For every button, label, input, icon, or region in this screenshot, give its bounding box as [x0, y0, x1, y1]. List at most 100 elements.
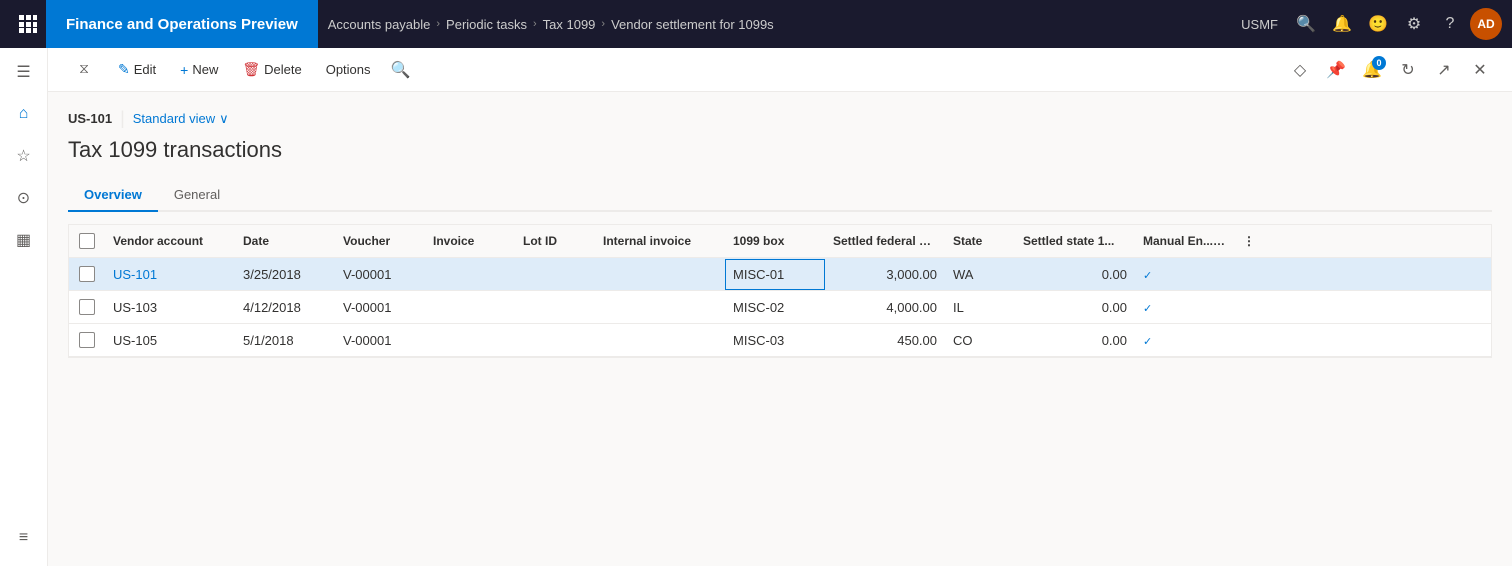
app-grid-icon[interactable]: [10, 0, 46, 48]
view-id: US-101: [68, 111, 112, 126]
sidebar-modules[interactable]: ≡: [4, 518, 44, 558]
tabs: Overview General: [68, 179, 1492, 212]
sidebar-workspaces[interactable]: ▦: [4, 220, 44, 260]
row3-invoice: [425, 332, 515, 348]
tab-general[interactable]: General: [158, 179, 236, 212]
left-sidebar: ☰ ⌂ ☆ ⊙ ▦ ≡: [0, 48, 48, 566]
row2-manual-en: ✓: [1135, 292, 1235, 323]
row1-checkbox[interactable]: [69, 258, 105, 290]
breadcrumb-vendor-settlement[interactable]: Vendor settlement for 1099s: [611, 17, 774, 32]
notification-badge: 0: [1372, 56, 1386, 70]
row2-vendor-account: US-103: [105, 292, 235, 323]
row1-voucher: V-00001: [335, 259, 425, 290]
notification-center-icon[interactable]: 🔔 0: [1356, 54, 1388, 86]
bookmark-icon[interactable]: ◇: [1284, 54, 1316, 86]
row3-internal-invoice: [595, 332, 725, 348]
row3-lot-id: [515, 332, 595, 348]
table-row[interactable]: US-103 4/12/2018 V-00001 MISC-02 4,000.0…: [69, 291, 1491, 324]
filter-toggle-icon[interactable]: ⧖: [64, 49, 104, 89]
settings-icon[interactable]: ⚙: [1398, 8, 1430, 40]
table-row[interactable]: US-101 3/25/2018 V-00001 MISC-01 3,000.0…: [69, 258, 1491, 291]
row1-settled-federal: 3,000.00: [825, 259, 945, 290]
row2-date: 4/12/2018: [235, 292, 335, 323]
sidebar-recent[interactable]: ⊙: [4, 178, 44, 218]
row1-1099-box[interactable]: MISC-01: [725, 259, 825, 290]
row3-select-checkbox[interactable]: [79, 332, 95, 348]
chevron-down-icon: ∨: [219, 111, 229, 127]
more-options-icon[interactable]: ⋮: [1243, 234, 1255, 248]
sidebar-favorites[interactable]: ☆: [4, 136, 44, 176]
action-bar: ⧖ ✎ Edit + New 🗑 Delete Options 🔍 ◇ 📌: [48, 48, 1512, 92]
org-label: USMF: [1241, 17, 1278, 32]
select-all-checkbox[interactable]: [79, 233, 95, 249]
row3-vendor-account: US-105: [105, 325, 235, 356]
main-content: ⧖ ✎ Edit + New 🗑 Delete Options 🔍 ◇ 📌: [48, 48, 1512, 566]
row2-checkbox[interactable]: [69, 291, 105, 323]
notifications-icon[interactable]: 🔔: [1326, 8, 1358, 40]
breadcrumb: Accounts payable › Periodic tasks › Tax …: [318, 17, 1241, 32]
breadcrumb-accounts-payable[interactable]: Accounts payable: [328, 17, 431, 32]
new-button[interactable]: + New: [170, 56, 228, 84]
row3-voucher: V-00001: [335, 325, 425, 356]
header-1099-box: 1099 box: [725, 226, 825, 256]
header-manual-en: Manual En... ▽: [1135, 226, 1235, 256]
tab-overview[interactable]: Overview: [68, 179, 158, 212]
breadcrumb-sep-1: ›: [436, 18, 440, 30]
feedback-icon[interactable]: 🙂: [1362, 8, 1394, 40]
header-more[interactable]: ⋮: [1235, 226, 1271, 256]
row1-vendor-account[interactable]: US-101: [105, 259, 235, 290]
view-info: US-101 | Standard view ∨: [68, 108, 1492, 129]
row2-settled-state: 0.00: [1015, 292, 1135, 323]
user-avatar[interactable]: AD: [1470, 8, 1502, 40]
edit-button[interactable]: ✎ Edit: [108, 55, 166, 84]
delete-icon: 🗑: [242, 61, 260, 78]
row2-settled-federal: 4,000.00: [825, 292, 945, 323]
row2-1099-box[interactable]: MISC-02: [725, 292, 825, 323]
edit-icon: ✎: [118, 61, 130, 78]
breadcrumb-tax-1099[interactable]: Tax 1099: [543, 17, 596, 32]
action-bar-right: ◇ 📌 🔔 0 ↻ ↗ ✕: [1284, 54, 1496, 86]
row3-settled-federal: 450.00: [825, 325, 945, 356]
row3-state: CO: [945, 325, 1015, 356]
view-separator: |: [120, 108, 125, 129]
row1-select-checkbox[interactable]: [79, 266, 95, 282]
close-icon[interactable]: ✕: [1464, 54, 1496, 86]
search-icon[interactable]: 🔍: [1290, 8, 1322, 40]
header-date: Date: [235, 226, 335, 256]
search-bar-icon[interactable]: 🔍: [385, 54, 417, 86]
refresh-icon[interactable]: ↻: [1392, 54, 1424, 86]
header-checkbox[interactable]: [69, 225, 105, 257]
help-icon[interactable]: ?: [1434, 8, 1466, 40]
breadcrumb-periodic-tasks[interactable]: Periodic tasks: [446, 17, 527, 32]
row3-1099-box[interactable]: MISC-03: [725, 325, 825, 356]
row3-settled-state: 0.00: [1015, 325, 1135, 356]
row1-checkmark-icon: ✓: [1143, 270, 1152, 282]
sidebar-hamburger[interactable]: ☰: [4, 52, 44, 92]
header-voucher: Voucher: [335, 226, 425, 256]
new-icon: +: [180, 62, 188, 78]
open-in-new-icon[interactable]: ↗: [1428, 54, 1460, 86]
row2-checkmark-icon: ✓: [1143, 303, 1152, 315]
row3-more: [1235, 332, 1271, 348]
row2-select-checkbox[interactable]: [79, 299, 95, 315]
row2-more: [1235, 299, 1271, 315]
sidebar-home[interactable]: ⌂: [4, 94, 44, 134]
top-navigation-bar: Finance and Operations Preview Accounts …: [0, 0, 1512, 48]
delete-button[interactable]: 🗑 Delete: [232, 55, 311, 84]
row2-state: IL: [945, 292, 1015, 323]
view-name-dropdown[interactable]: Standard view ∨: [133, 111, 229, 127]
row3-manual-en: ✓: [1135, 325, 1235, 356]
row2-invoice: [425, 299, 515, 315]
data-grid: Vendor account Date Voucher Invoice Lot …: [68, 224, 1492, 358]
page-title: Tax 1099 transactions: [68, 137, 1492, 163]
page-content: US-101 | Standard view ∨ Tax 1099 transa…: [48, 92, 1512, 566]
table-row[interactable]: US-105 5/1/2018 V-00001 MISC-03 450.00 C…: [69, 324, 1491, 357]
pin-icon[interactable]: 📌: [1320, 54, 1352, 86]
header-invoice: Invoice: [425, 226, 515, 256]
row3-checkmark-icon: ✓: [1143, 336, 1152, 348]
header-internal-invoice: Internal invoice: [595, 226, 725, 256]
row1-more: [1235, 266, 1271, 282]
options-button[interactable]: Options: [316, 56, 381, 83]
row3-checkbox[interactable]: [69, 324, 105, 356]
header-lot-id: Lot ID: [515, 226, 595, 256]
